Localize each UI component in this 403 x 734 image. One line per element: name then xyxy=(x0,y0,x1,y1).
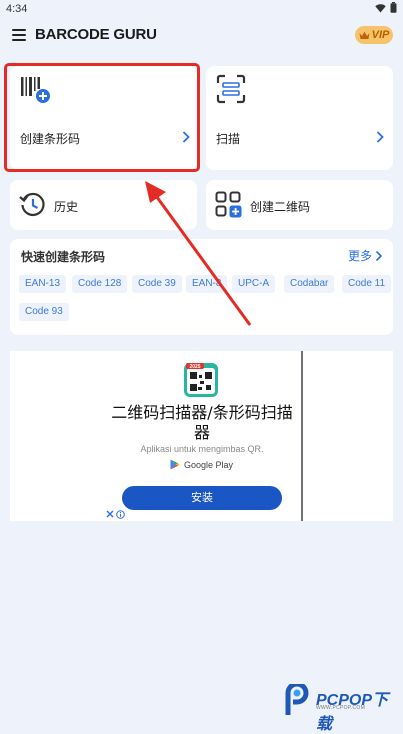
ad-choices[interactable] xyxy=(106,510,125,519)
create-barcode-card[interactable]: 创建条形码 xyxy=(10,66,197,170)
app-title: BARCODE GURU xyxy=(35,26,157,43)
more-button[interactable]: 更多 xyxy=(348,247,383,264)
more-label: 更多 xyxy=(347,249,372,263)
create-barcode-label: 创建条形码 xyxy=(20,132,81,146)
scan-card[interactable]: 扫描 xyxy=(206,66,393,170)
ad-title-cont: 器 xyxy=(193,423,210,442)
crown-icon xyxy=(359,31,370,39)
qr-app-icon: 2025 xyxy=(184,363,218,397)
history-card[interactable]: 历史 xyxy=(10,180,197,230)
chip-upca[interactable]: UPC-A xyxy=(232,275,276,293)
qr-add-icon xyxy=(215,191,242,218)
info-icon xyxy=(116,510,125,519)
chip-code128[interactable]: Code 128 xyxy=(72,275,128,293)
scan-icon xyxy=(216,74,246,104)
create-qr-card[interactable]: 创建二维码 xyxy=(206,180,393,230)
chip-code93[interactable]: Code 93 xyxy=(19,303,69,321)
chip-codabar[interactable]: Codabar xyxy=(284,275,335,293)
ad-icon-badge: 2025 xyxy=(189,364,200,370)
status-time: 4:34 xyxy=(6,3,28,15)
chevron-right-icon xyxy=(182,131,190,143)
status-icons xyxy=(375,2,397,13)
chip-code39[interactable]: Code 39 xyxy=(132,275,182,293)
history-icon xyxy=(19,192,45,217)
battery-icon xyxy=(390,2,397,13)
google-play-icon xyxy=(170,459,180,470)
wifi-icon xyxy=(375,3,386,12)
scan-label: 扫描 xyxy=(216,132,241,146)
app-bar: BARCODE GURU VIP xyxy=(0,18,403,54)
chevron-right-icon xyxy=(375,250,383,261)
chip-ean8[interactable]: EAN-8 xyxy=(186,275,228,293)
google-play-badge: Google Play xyxy=(170,459,233,470)
watermark-sub: WWW.PCPOP.COM xyxy=(316,705,366,711)
vip-label: VIP xyxy=(371,29,390,41)
menu-icon[interactable] xyxy=(12,29,26,41)
barcode-add-icon xyxy=(21,77,50,103)
create-qr-label: 创建二维码 xyxy=(250,200,311,214)
quick-create-card: 快速创建条形码 更多 EAN-13 Code 128 Code 39 EAN-8… xyxy=(10,239,393,335)
quick-create-title: 快速创建条形码 xyxy=(21,250,106,264)
close-icon xyxy=(106,510,114,518)
ad-title: 二维码扫描器/条形码扫描 xyxy=(111,403,293,422)
pcpop-logo-icon xyxy=(285,684,309,715)
chip-code11[interactable]: Code 11 xyxy=(342,275,392,293)
google-play-label: Google Play xyxy=(184,459,234,470)
ad-subtitle: Aplikasi untuk mengimbas QR. xyxy=(140,444,264,454)
ad-banner[interactable]: 2025 二维码扫描器/条形码扫描 器 Aplikasi untuk mengi… xyxy=(10,351,393,521)
install-button[interactable]: 安装 xyxy=(122,486,282,510)
history-label: 历史 xyxy=(54,200,79,214)
chevron-right-icon xyxy=(376,131,384,143)
chip-ean13[interactable]: EAN-13 xyxy=(19,275,67,293)
vip-button[interactable]: VIP xyxy=(355,26,393,44)
status-bar: 4:34 xyxy=(0,0,403,18)
pcpop-watermark: PCPOP下载 WWW.PCPOP.COM xyxy=(280,682,402,733)
